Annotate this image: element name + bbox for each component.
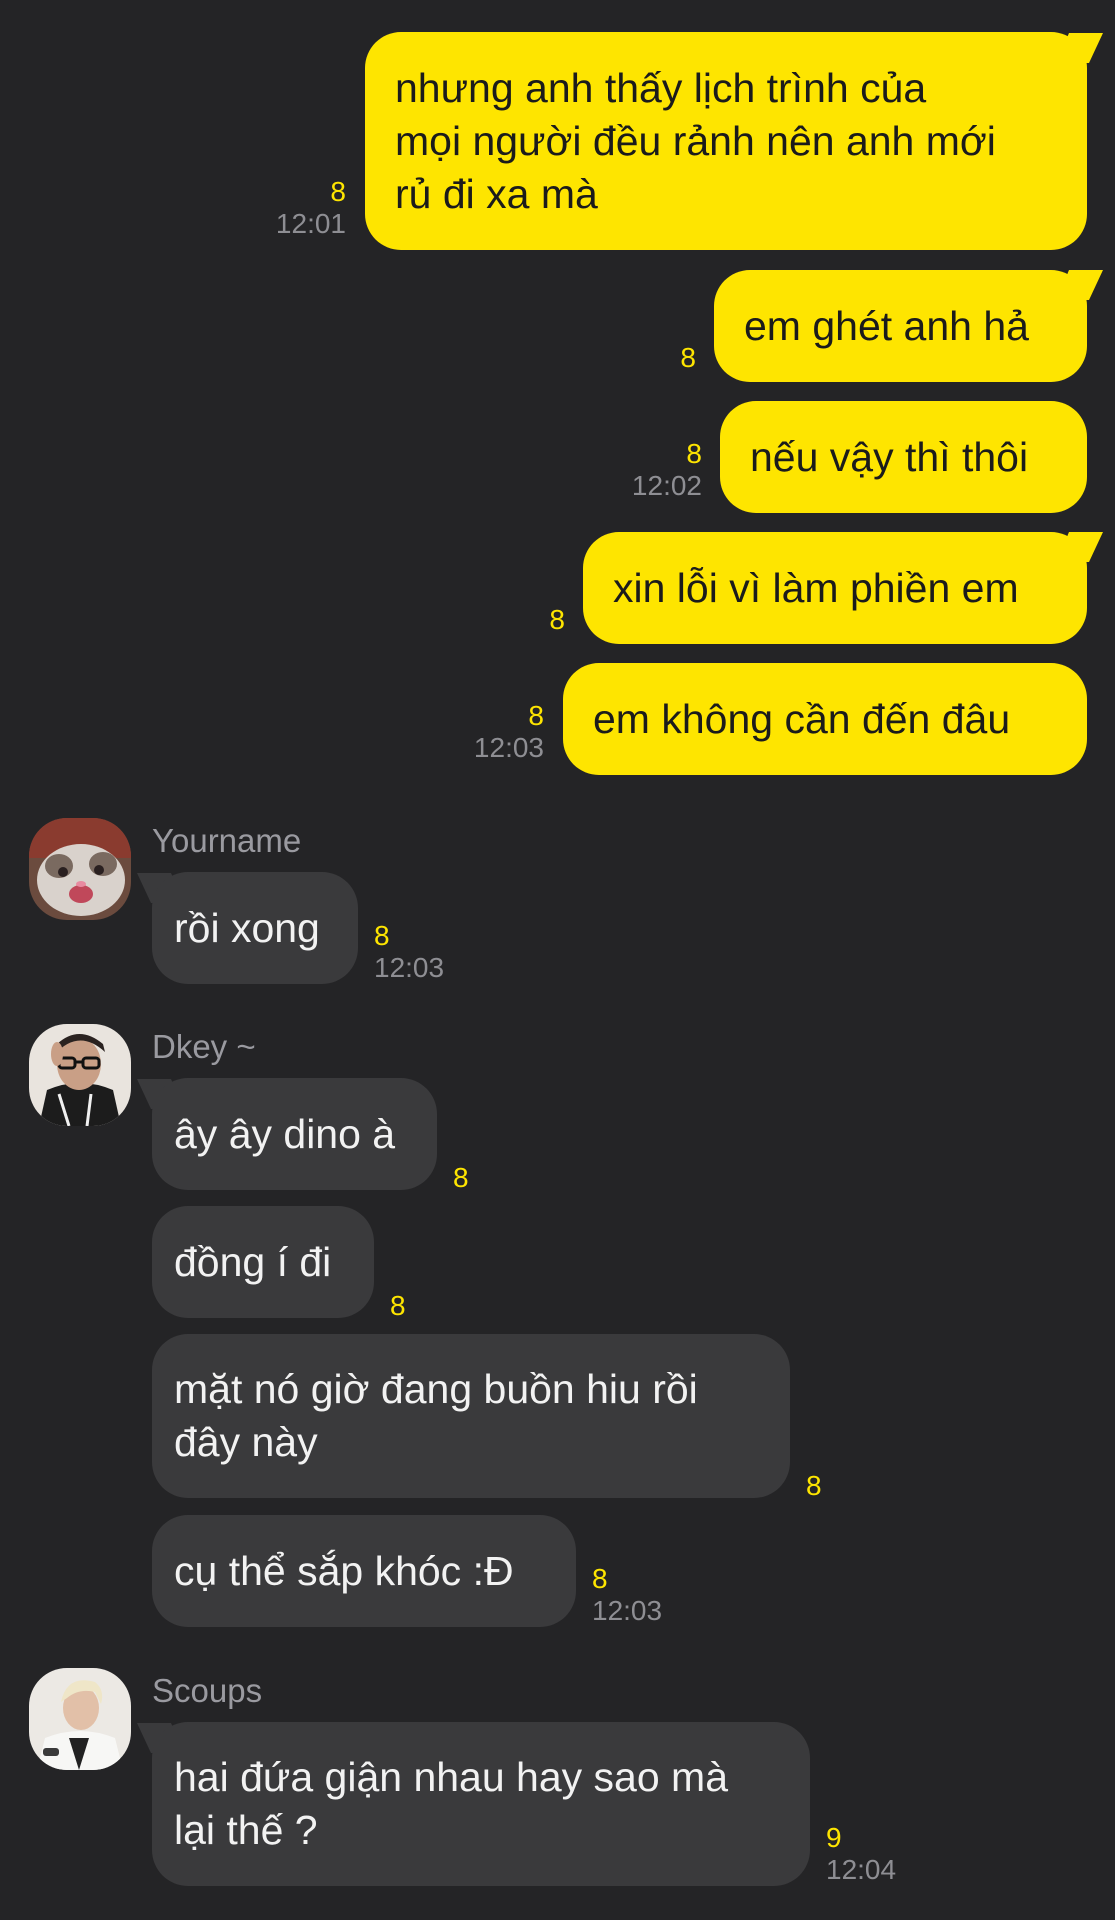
message-meta: 8 <box>453 1162 469 1194</box>
sender-name: Dkey ~ <box>152 1028 256 1065</box>
message-bubble[interactable]: em ghét anh hả <box>714 270 1087 382</box>
message-bubble[interactable]: em không cần đến đâu <box>563 663 1087 775</box>
message-meta: 8 <box>600 342 696 374</box>
timestamp: 12:01 <box>275 208 346 239</box>
message-meta: 8 12:01 <box>240 176 346 240</box>
message-meta: 8 12:03 <box>374 920 444 984</box>
message-bubble[interactable]: ây ây dino à <box>152 1078 437 1190</box>
timestamp: 12:02 <box>631 470 702 501</box>
unread-count: 9 <box>826 1822 842 1853</box>
unread-count: 8 <box>374 920 390 951</box>
blond-person-avatar-icon[interactable] <box>29 1668 131 1770</box>
message-bubble[interactable]: xin lỗi vì làm phiền em <box>583 532 1087 644</box>
message-meta: 8 <box>390 1290 406 1322</box>
message-bubble[interactable]: mặt nó giờ đang buồn hiu rồi đây này <box>152 1334 790 1498</box>
unread-count: 8 <box>330 176 346 207</box>
sender-name: Yourname <box>152 822 302 859</box>
unread-count: 8 <box>390 1290 406 1321</box>
sender-name: Scoups <box>152 1672 263 1709</box>
message-bubble[interactable]: nếu vậy thì thôi <box>720 401 1087 513</box>
person-glasses-avatar-icon[interactable] <box>29 1024 131 1126</box>
message-bubble[interactable]: nhưng anh thấy lịch trình của mọi người … <box>365 32 1087 250</box>
unread-count: 8 <box>806 1470 822 1501</box>
cat-avatar-icon[interactable] <box>29 818 131 920</box>
message-meta: 8 <box>470 604 565 636</box>
unread-count: 8 <box>549 604 565 635</box>
unread-count: 8 <box>528 700 544 731</box>
unread-count: 8 <box>453 1162 469 1193</box>
timestamp: 12:03 <box>473 732 544 763</box>
message-meta: 8 12:02 <box>600 438 702 502</box>
timestamp: 12:04 <box>826 1854 897 1885</box>
message-bubble[interactable]: cụ thể sắp khóc :Đ <box>152 1515 576 1627</box>
timestamp: 12:03 <box>592 1595 663 1626</box>
unread-count: 8 <box>686 438 702 469</box>
message-meta: 8 12:03 <box>592 1563 662 1627</box>
message-bubble[interactable]: đồng í đi <box>152 1206 374 1318</box>
message-bubble[interactable]: hai đứa giận nhau hay sao mà lại thế ? <box>152 1722 810 1886</box>
unread-count: 8 <box>680 342 696 373</box>
message-meta: 8 12:03 <box>440 700 544 764</box>
message-meta: 8 <box>806 1470 822 1502</box>
message-meta: 9 12:04 <box>826 1822 896 1886</box>
unread-count: 8 <box>592 1563 608 1594</box>
message-bubble[interactable]: rồi xong <box>152 872 358 984</box>
timestamp: 12:03 <box>374 952 445 983</box>
